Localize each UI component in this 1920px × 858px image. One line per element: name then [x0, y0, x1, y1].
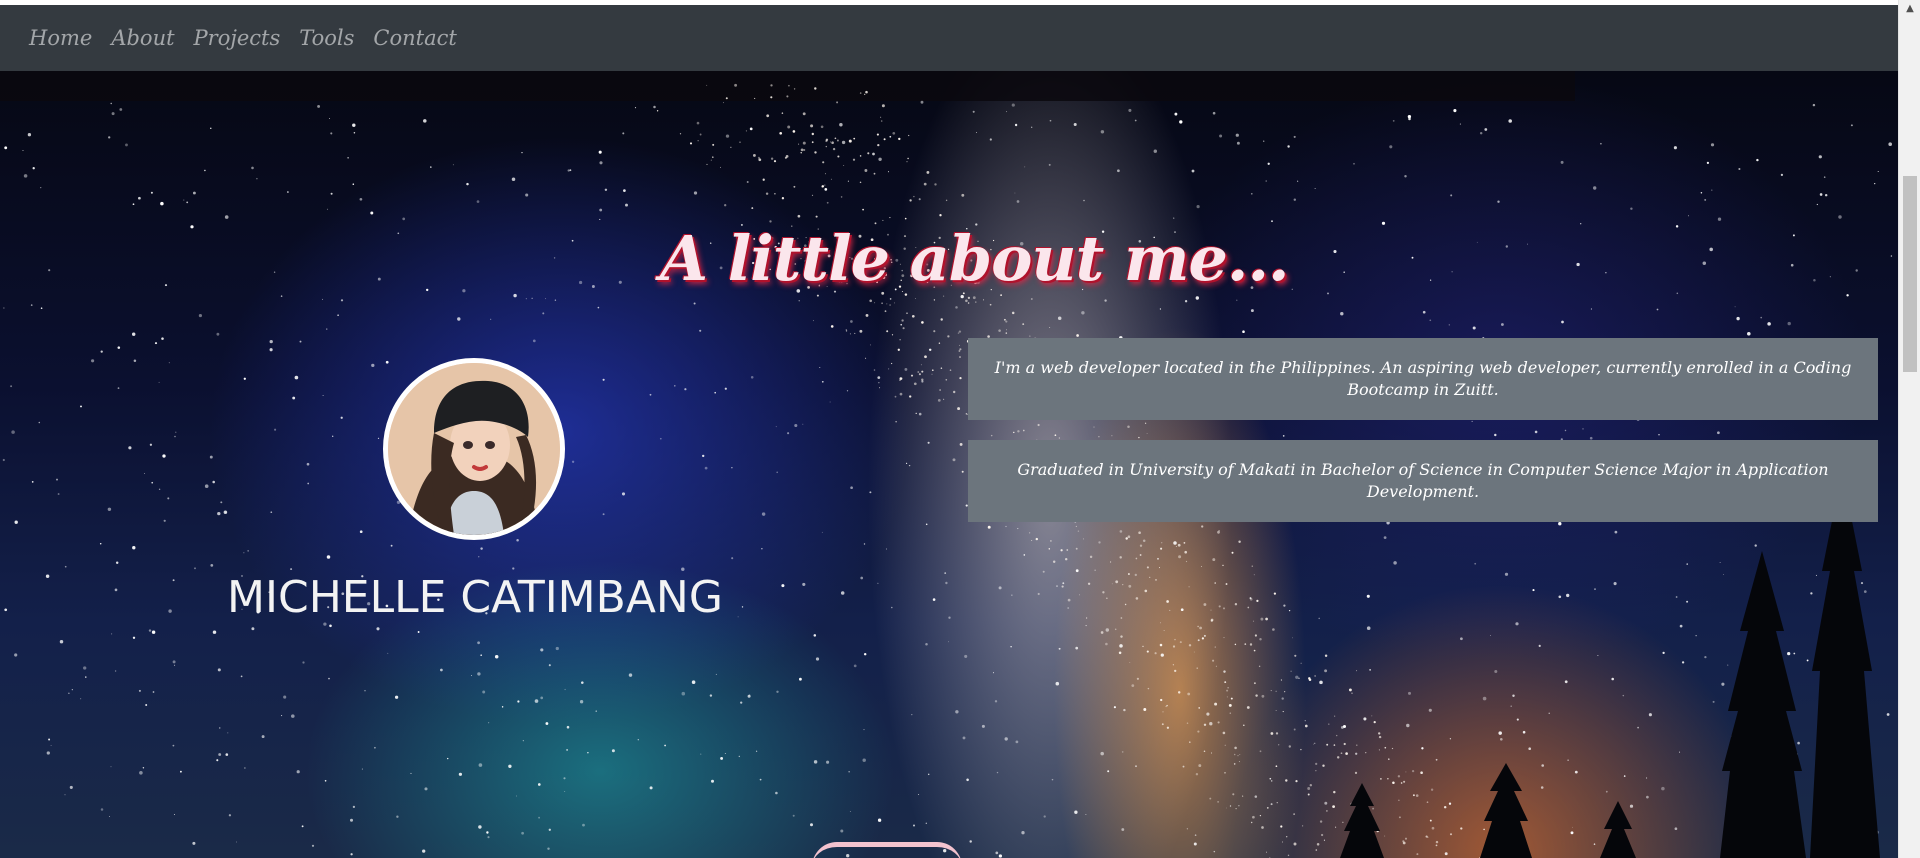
- scroll-up-arrow-icon[interactable]: ▲: [1899, 0, 1920, 18]
- nav-link-projects[interactable]: Projects: [194, 26, 281, 50]
- scrollbar-thumb[interactable]: [1903, 176, 1917, 372]
- info-text-education: Graduated in University of Makati in Bac…: [1017, 460, 1829, 501]
- about-heading: A little about me...: [660, 222, 1290, 295]
- navbar: Home About Projects Tools Contact: [0, 5, 1898, 71]
- page-viewport: Home About Projects Tools Contact A litt…: [0, 0, 1898, 858]
- info-text-developer: I'm a web developer located in the Phili…: [994, 358, 1852, 399]
- info-box-developer: I'm a web developer located in the Phili…: [968, 338, 1878, 420]
- avatar-illustration: [388, 363, 560, 535]
- next-section-heading-fragment: [812, 842, 962, 858]
- profile-name: MICHELLE CATIMBANG: [227, 572, 723, 623]
- nav-link-about[interactable]: About: [111, 26, 174, 50]
- nav-link-contact[interactable]: Contact: [373, 26, 456, 50]
- profile-avatar: [383, 358, 565, 540]
- top-edge: [0, 0, 1898, 5]
- nav-link-home[interactable]: Home: [29, 26, 92, 50]
- vertical-scrollbar[interactable]: ▲: [1898, 0, 1920, 858]
- info-box-education: Graduated in University of Makati in Bac…: [968, 440, 1878, 522]
- nav-link-tools[interactable]: Tools: [299, 26, 354, 50]
